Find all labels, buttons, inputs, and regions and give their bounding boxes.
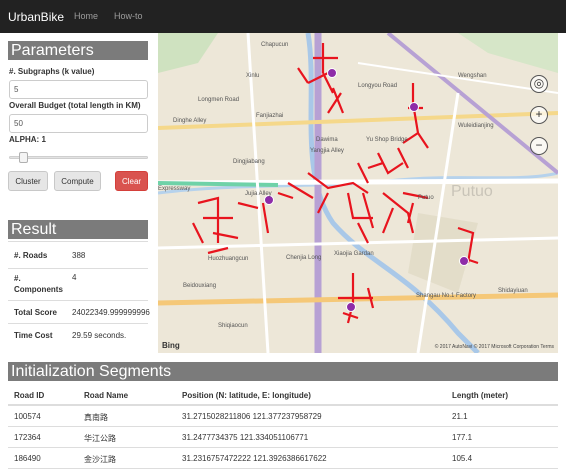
- length-cell: 21.1: [452, 412, 468, 421]
- result-value: 29.59 seconds.: [72, 331, 127, 340]
- map-label: Huozhuangcun: [208, 256, 249, 262]
- map-label: Shiqiaocun: [218, 323, 248, 329]
- position-cell: 31.2477734375 121.334051106771: [182, 433, 309, 442]
- map-label: Fanjiazhai: [256, 113, 284, 119]
- map-label: Dawima: [316, 137, 338, 143]
- road-id-cell: 100574: [14, 412, 41, 421]
- bing-logo: Bing: [162, 341, 180, 350]
- result-key: #. Roads: [14, 251, 48, 260]
- alpha-slider[interactable]: [9, 152, 148, 163]
- map-label: Xinlu: [246, 73, 260, 79]
- clear-button[interactable]: Clear: [115, 171, 148, 191]
- zoom-in-button[interactable]: +: [530, 106, 548, 124]
- length-cell: 177.1: [452, 433, 473, 442]
- result-value: 4: [72, 273, 77, 282]
- budget-input[interactable]: 50: [9, 114, 148, 133]
- brand-link[interactable]: UrbanBike: [8, 10, 64, 24]
- map-label: Chapucun: [261, 42, 289, 48]
- map-label: Yu Shop Bridge: [366, 137, 408, 143]
- k-value-input[interactable]: 5: [9, 80, 148, 99]
- k-value-label: #. Subgraphs (k value): [9, 67, 95, 76]
- map-label: Expressway: [158, 186, 191, 192]
- position-cell: 31.2316757472222 121.3926386617622: [182, 454, 327, 463]
- map-label: Yangjia Alley: [310, 148, 344, 154]
- nav-home-link[interactable]: Home: [74, 11, 98, 21]
- route-node: [459, 256, 469, 266]
- col-road-id: Road ID: [14, 391, 45, 400]
- map-label: Dingjiabang: [233, 159, 265, 165]
- position-cell: 31.2715028211806 121.377237958729: [182, 412, 322, 421]
- result-value: 24022349.999999996: [72, 308, 150, 317]
- segments-table-header: Road ID Road Name Position (N: latitude,…: [8, 385, 558, 406]
- init-segments-header: Initialization Segments: [8, 362, 558, 381]
- route-node: [346, 302, 356, 312]
- col-length: Length (meter): [452, 391, 508, 400]
- road-id-cell: 186490: [14, 454, 41, 463]
- cluster-button[interactable]: Cluster: [8, 171, 48, 191]
- locate-button[interactable]: ◎: [530, 75, 548, 93]
- navbar: UrbanBike Home How-to: [0, 0, 566, 33]
- route-node: [327, 68, 337, 78]
- road-name-cell: 真南路: [84, 413, 108, 422]
- map-label: Longmen Road: [198, 97, 240, 103]
- col-road-name: Road Name: [84, 391, 129, 400]
- budget-label: Overall Budget (total length in KM): [9, 101, 141, 110]
- map-label: Chenjia Long: [286, 255, 322, 261]
- result-value: 388: [72, 251, 86, 260]
- map-label: Wengshan: [458, 73, 487, 79]
- table-row: 100574 真南路 31.2715028211806 121.37723795…: [8, 406, 558, 427]
- map-label: Wuleidianjing: [458, 123, 494, 129]
- map-label: Shangau No.1 Factory: [416, 293, 477, 299]
- route-node: [409, 102, 419, 112]
- result-header: Result: [8, 220, 148, 239]
- map-label: Putuo: [418, 195, 434, 201]
- map-label: Longyou Road: [358, 83, 398, 89]
- map-background: [158, 33, 558, 353]
- map-label: Shidayiuan: [498, 288, 528, 294]
- compute-button[interactable]: Compute: [54, 171, 101, 191]
- segments-table: Road ID Road Name Position (N: latitude,…: [8, 385, 558, 469]
- road-name-cell: 华江公路: [84, 434, 116, 443]
- alpha-label: ALPHA: 1: [9, 135, 46, 144]
- length-cell: 105.4: [452, 454, 473, 463]
- result-row-score: Total Score 24022349.999999996: [8, 300, 150, 323]
- map-label: Dinghe Alley: [173, 118, 207, 124]
- result-key: Total Score: [14, 308, 57, 317]
- result-key: #. Components: [14, 274, 63, 294]
- col-position: Position (N: latitude, E: longitude): [182, 391, 311, 400]
- map-label: Xiaojia Gardan: [334, 251, 374, 257]
- nav-howto-link[interactable]: How-to: [114, 11, 143, 21]
- zoom-out-button[interactable]: −: [530, 137, 548, 155]
- result-row-roads: #. Roads 388: [8, 241, 148, 268]
- map-view[interactable]: Chapucun Xinlu Longmen Road Dinghe Alley…: [158, 33, 558, 353]
- map-copyright: © 2017 AutoNavi © 2017 Microsoft Corpora…: [434, 344, 554, 350]
- table-row: 186490 金沙江路 31.2316757472222 121.3926386…: [8, 448, 558, 469]
- map-district-label: Putuo: [451, 183, 493, 200]
- map-label: Beidouxiang: [183, 283, 217, 289]
- road-id-cell: 172364: [14, 433, 41, 442]
- parameters-header: Parameters: [8, 41, 148, 60]
- map-label: Jujia Alley: [245, 191, 272, 197]
- map-canvas[interactable]: [158, 33, 558, 353]
- road-name-cell: 金沙江路: [84, 455, 116, 464]
- table-row: 172364 华江公路 31.2477734375 121.3340511067…: [8, 427, 558, 448]
- map-expressway: [158, 181, 279, 187]
- alpha-slider-handle[interactable]: [19, 152, 28, 163]
- result-row-components: #. Components 4: [8, 268, 148, 300]
- result-table: #. Roads 388 #. Components 4 Total Score…: [8, 241, 150, 346]
- result-row-time: Time Cost 29.59 seconds.: [8, 323, 148, 346]
- result-key: Time Cost: [14, 331, 53, 340]
